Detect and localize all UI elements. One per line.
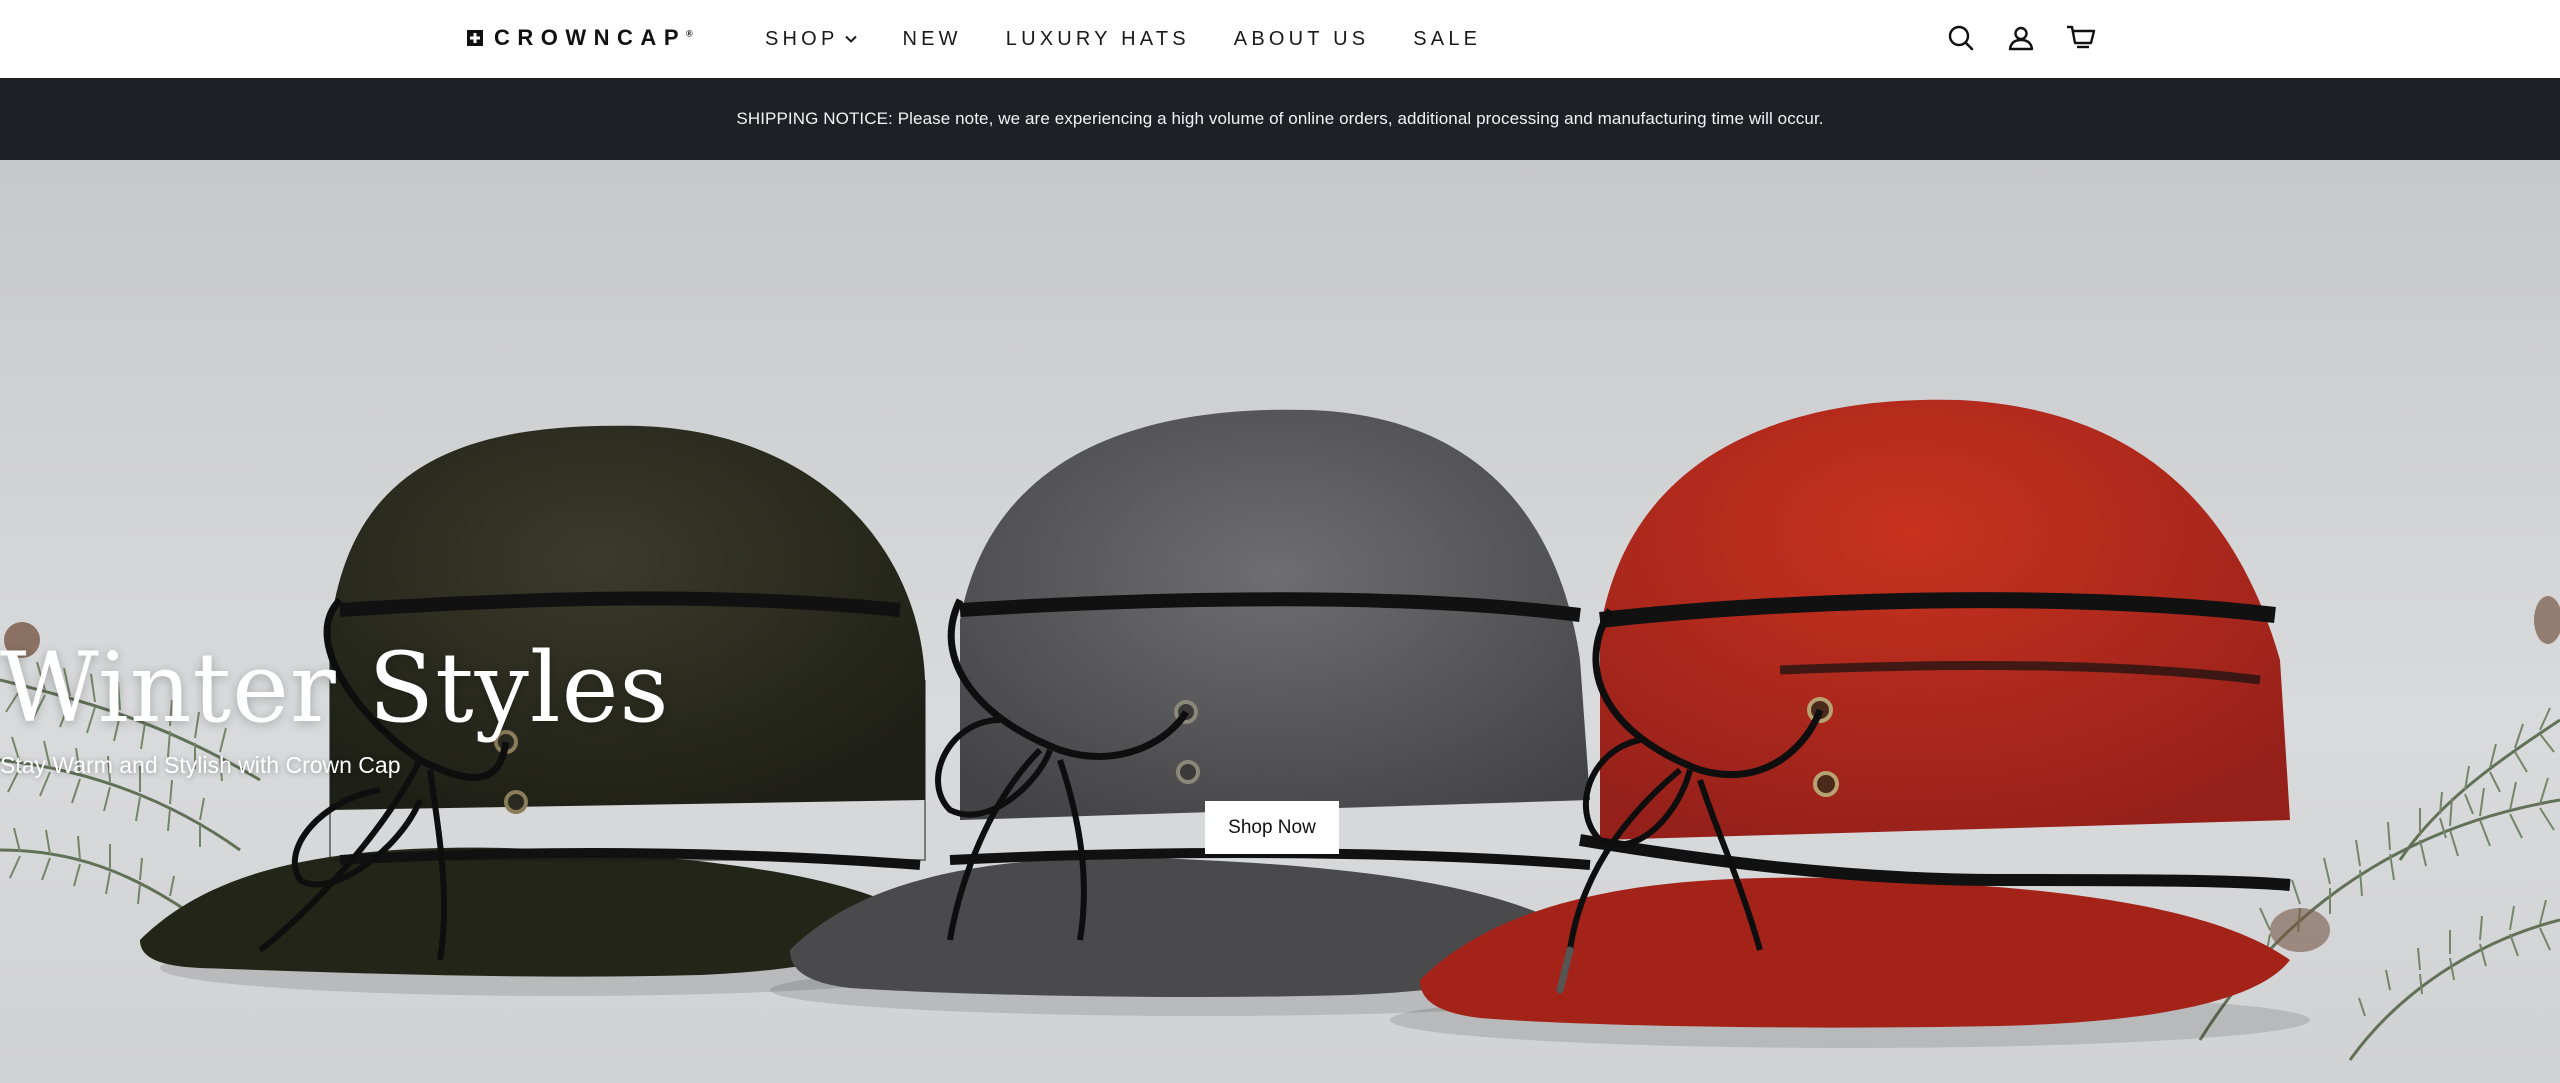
nav-item-label: SHOP [765, 27, 839, 50]
nav-item-luxury-hats[interactable]: LUXURY HATS [1006, 28, 1190, 51]
shipping-notice-text: SHIPPING NOTICE: Please note, we are exp… [736, 109, 1824, 128]
nav-item-label: SALE [1413, 27, 1482, 50]
header-icons [1946, 22, 2096, 54]
shop-now-button[interactable]: Shop Now [1205, 801, 1339, 854]
nav-item-label: ABOUT US [1233, 27, 1370, 50]
nav-item-shop[interactable]: SHOP [765, 28, 858, 51]
cart-button[interactable] [2066, 22, 2096, 54]
account-button[interactable] [2006, 22, 2036, 54]
hero-title: Winter Styles [0, 632, 670, 744]
crown-cap-logo-icon [467, 30, 483, 46]
chevron-down-icon [845, 35, 858, 43]
hero-image [0, 399, 2560, 1083]
brand-logo[interactable]: CROWNCAP® [466, 25, 693, 50]
cart-icon [2067, 25, 2096, 49]
nav-item-label: LUXURY HATS [1005, 27, 1190, 50]
main-nav: SHOP NEW LUXURY HATS ABOUT US SALE [765, 0, 1525, 78]
nav-item-sale[interactable]: SALE [1413, 28, 1481, 51]
nav-item-label: NEW [902, 27, 962, 50]
hero-subtitle: Stay Warm and Stylish with Crown Cap [0, 752, 401, 778]
brand-name: CROWNCAP® [494, 25, 693, 50]
search-icon [1948, 25, 1974, 51]
nav-item-new[interactable]: NEW [902, 28, 961, 51]
shipping-notice-bar: SHIPPING NOTICE: Please note, we are exp… [0, 78, 2560, 160]
site-header: CROWNCAP® SHOP NEW LUXURY HATS ABOUT US … [0, 0, 2560, 78]
hero-banner: Winter Styles Stay Warm and Stylish with… [0, 160, 2560, 1083]
nav-item-about-us[interactable]: ABOUT US [1234, 28, 1369, 51]
search-button[interactable] [1946, 22, 1976, 54]
account-icon [2008, 26, 2034, 51]
